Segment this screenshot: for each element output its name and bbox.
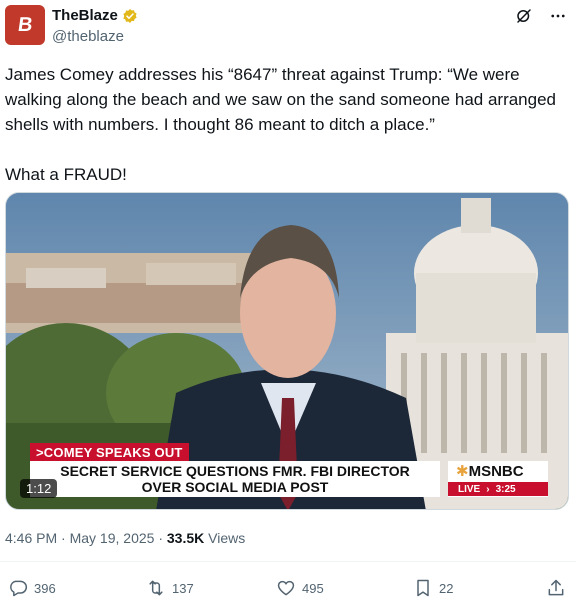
network-name: MSNBC xyxy=(468,463,524,480)
like-button[interactable]: 495 xyxy=(276,578,324,598)
live-label: LIVE xyxy=(458,483,481,495)
reply-icon xyxy=(10,580,28,597)
tweet-time[interactable]: 4:46 PM xyxy=(5,530,57,546)
bookmark-icon xyxy=(417,579,429,597)
live-bar: LIVE › 3:25 xyxy=(448,482,548,496)
repost-icon xyxy=(149,580,163,596)
tweet-top-actions xyxy=(514,6,568,26)
reply-button[interactable]: 396 xyxy=(8,578,56,598)
share-icon xyxy=(548,579,564,596)
lower-third-tag: >COMEY SPEAKS OUT xyxy=(30,443,189,462)
views-count: 33.5K xyxy=(166,530,205,546)
bookmark-button[interactable]: 22 xyxy=(413,578,453,598)
divider xyxy=(0,561,576,562)
live-time: 3:25 xyxy=(495,483,516,495)
share-button[interactable] xyxy=(546,578,566,598)
headline-line-2: OVER SOCIAL MEDIA POST xyxy=(141,479,329,495)
headline-line-1: SECRET SERVICE QUESTIONS FMR. FBI DIRECT… xyxy=(60,463,410,479)
tweet-text: James Comey addresses his “8647” threat … xyxy=(5,65,556,184)
like-icon xyxy=(277,580,295,596)
views-label: Views xyxy=(208,530,246,546)
reply-count: 396 xyxy=(34,580,56,596)
repost-button[interactable]: 137 xyxy=(146,578,194,598)
verified-badge-icon xyxy=(123,8,137,23)
author-name-row: TheBlaze xyxy=(52,7,138,24)
bookmark-count: 22 xyxy=(439,580,454,596)
meta-separator: · xyxy=(61,530,66,546)
repost-count: 137 xyxy=(172,580,194,596)
action-bar: 396 137 495 22 xyxy=(8,578,568,602)
handle[interactable]: @theblaze xyxy=(52,28,124,45)
avatar-logo: B xyxy=(16,13,34,36)
like-count: 495 xyxy=(302,580,324,596)
news-headline: SECRET SERVICE QUESTIONS FMR. FBI DIRECT… xyxy=(30,461,440,497)
tweet-meta: 4:46 PM · May 19, 2025 · 33.5K Views xyxy=(5,530,245,546)
tweet-date[interactable]: May 19, 2025 xyxy=(70,530,155,546)
video-duration: 1:12 xyxy=(20,479,58,498)
grok-icon[interactable] xyxy=(514,6,534,26)
network-logo: ✱MSNBC xyxy=(456,463,524,480)
meta-separator-2: · xyxy=(158,530,163,546)
more-icon[interactable] xyxy=(548,6,568,26)
avatar[interactable]: B xyxy=(5,5,45,45)
display-name[interactable]: TheBlaze xyxy=(52,7,118,24)
